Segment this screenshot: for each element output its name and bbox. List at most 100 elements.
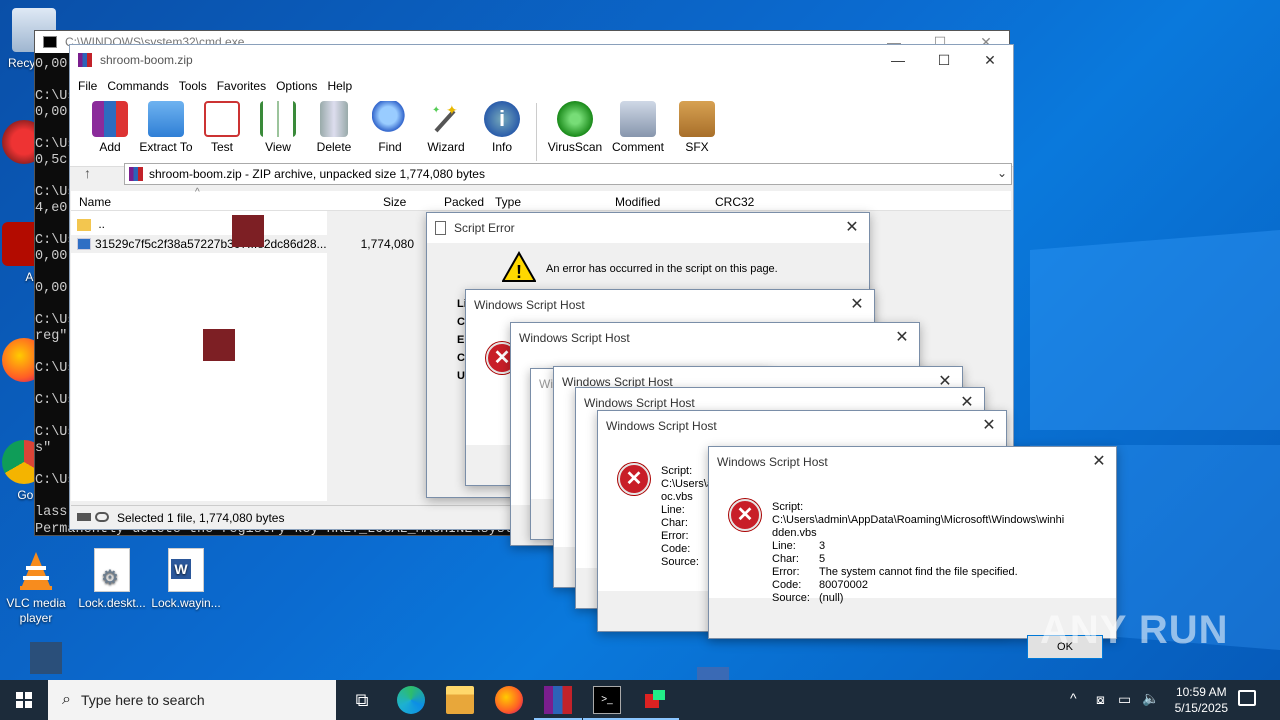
- file-list: .. 31529c7f5c2f38a57227b307...e2dc86d28.…: [71, 211, 411, 501]
- noise-square: [203, 329, 235, 361]
- delete-button[interactable]: Delete: [306, 97, 362, 154]
- add-button[interactable]: Add: [82, 97, 138, 154]
- col-name[interactable]: Name: [79, 195, 111, 209]
- field-value: The system cannot find the file specifie…: [819, 566, 1018, 578]
- test-clipboard-icon: [204, 101, 240, 137]
- file-explorer-icon[interactable]: [446, 686, 474, 714]
- col-packed[interactable]: Packed: [444, 195, 484, 209]
- file-icon: [77, 238, 91, 250]
- row-size-value: 1,774,080: [360, 237, 414, 251]
- test-button[interactable]: Test: [194, 97, 250, 154]
- menu-options[interactable]: Options: [276, 79, 317, 93]
- taskbar-clock[interactable]: 10:59 AM 5/15/2025: [1175, 684, 1228, 716]
- col-crc32[interactable]: CRC32: [715, 195, 754, 209]
- key-icon: [95, 512, 109, 522]
- dialog-titlebar[interactable]: Script Error ✕: [427, 213, 869, 243]
- taskbar-search[interactable]: ⌕ Type here to search: [48, 680, 336, 720]
- field-label: Error:: [772, 566, 800, 578]
- close-button[interactable]: ✕: [1090, 453, 1108, 471]
- char-label: Char:: [661, 517, 688, 529]
- notification-icon[interactable]: [1238, 690, 1256, 706]
- field-value: 80070002: [819, 579, 868, 591]
- winrar-icon: [78, 53, 92, 67]
- desktop-noise-square: [30, 642, 62, 674]
- menu-help[interactable]: Help: [327, 79, 352, 93]
- tray-volume-icon[interactable]: 🔈: [1142, 690, 1159, 707]
- cmd-taskbar-icon[interactable]: >_: [593, 686, 621, 714]
- find-button[interactable]: Find: [362, 97, 418, 154]
- settings-file-icon: ⚙: [94, 548, 130, 592]
- comment-icon: [620, 101, 656, 137]
- dialog-titlebar[interactable]: Windows Script Host ✕: [598, 411, 1006, 441]
- word-doc-icon: W: [168, 548, 204, 592]
- col-size[interactable]: Size: [383, 195, 406, 209]
- tray-chevron-up-icon[interactable]: ^: [1070, 690, 1077, 706]
- extract-to-button[interactable]: Extract To: [138, 97, 194, 154]
- close-button[interactable]: ✕: [893, 329, 911, 347]
- menu-tools[interactable]: Tools: [179, 79, 207, 93]
- tray-network-icon[interactable]: ⧇: [1096, 691, 1105, 708]
- folder-extract-icon: [148, 101, 184, 137]
- book-view-icon: [260, 101, 296, 137]
- dialog-titlebar[interactable]: Windows Script Host ✕: [709, 447, 1116, 477]
- col-type[interactable]: Type: [495, 195, 521, 209]
- clock-date: 5/15/2025: [1174, 701, 1228, 715]
- svg-text:!: !: [516, 262, 522, 282]
- start-button[interactable]: [0, 680, 48, 720]
- menu-favorites[interactable]: Favorites: [217, 79, 266, 93]
- winrar-titlebar[interactable]: shroom-boom.zip — ☐ ✕: [70, 45, 1013, 75]
- dialog-titlebar[interactable]: Windows Script Host ✕: [466, 290, 874, 320]
- chevron-down-icon[interactable]: ⌄: [997, 166, 1007, 180]
- maximize-button[interactable]: ☐: [921, 45, 967, 75]
- info-button[interactable]: i Info: [474, 97, 530, 154]
- sfx-button[interactable]: SFX: [669, 97, 725, 154]
- up-arrow-icon[interactable]: ↑: [84, 165, 91, 181]
- svg-text:✦: ✦: [446, 102, 458, 118]
- trash-icon: [320, 101, 348, 137]
- svg-text:✦: ✦: [432, 105, 440, 116]
- dialog-titlebar[interactable]: Windows Script Host ✕: [511, 323, 919, 353]
- winrar-toolbar: Add Extract To Test View Delete Find ✦ ✦ W…: [70, 97, 1013, 167]
- source-label: Source:: [661, 556, 699, 568]
- edge-icon[interactable]: [397, 686, 425, 714]
- field-label: Code:: [772, 579, 802, 591]
- noise-square: [232, 215, 264, 247]
- winrar-taskbar-icon[interactable]: [544, 686, 572, 714]
- list-item[interactable]: ..: [77, 217, 327, 233]
- document-icon: [435, 221, 446, 235]
- desktop-icon-vlc[interactable]: VLC media player: [0, 548, 74, 626]
- archive-path-box[interactable]: shroom-boom.zip - ZIP archive, unpacked …: [124, 163, 1012, 185]
- close-button[interactable]: ✕: [848, 296, 866, 314]
- menu-file[interactable]: File: [78, 79, 97, 93]
- desktop-icon-lock-waying[interactable]: W Lock.wayin...: [148, 548, 224, 611]
- clock-time: 10:59 AM: [1175, 685, 1227, 699]
- close-button[interactable]: ✕: [967, 45, 1013, 75]
- error-message: An error has occurred in the script on t…: [546, 263, 778, 275]
- close-button[interactable]: ✕: [843, 219, 861, 237]
- field-value: 3: [819, 540, 826, 552]
- desktop-icon-lock-desktop[interactable]: ⚙ Lock.deskt...: [74, 548, 150, 611]
- menu-commands[interactable]: Commands: [107, 79, 168, 93]
- cmd-icon: [43, 36, 57, 48]
- virusscan-button[interactable]: VirusScan: [543, 97, 607, 154]
- script-path-line1: C:\Users\admin\AppData\Roaming\Microsoft…: [772, 514, 1065, 526]
- archive-icon: [129, 167, 143, 181]
- script-label: Script:: [772, 501, 804, 513]
- error-icon: ✕: [729, 499, 761, 531]
- comment-button[interactable]: Comment: [607, 97, 669, 154]
- info-icon: i: [484, 101, 520, 137]
- task-view-icon[interactable]: ⧉: [348, 686, 376, 714]
- col-modified[interactable]: Modified: [615, 195, 660, 209]
- view-button[interactable]: View: [250, 97, 306, 154]
- firefox-taskbar-icon[interactable]: [495, 686, 523, 714]
- taskbar: ⌕ Type here to search ⧉ >_ ^ ⧇ ▭ 🔈 10:59…: [0, 680, 1280, 720]
- folder-icon: [77, 218, 91, 231]
- anyrun-watermark: ANY RUN: [1040, 608, 1229, 652]
- minimize-button[interactable]: —: [875, 45, 921, 75]
- close-button[interactable]: ✕: [980, 417, 998, 435]
- error-label: Error:: [661, 530, 689, 542]
- toolbar-separator: [536, 103, 537, 161]
- tray-network-wired-icon[interactable]: ▭: [1118, 691, 1131, 708]
- wizard-button[interactable]: ✦ ✦ Wizard: [418, 97, 474, 154]
- script-host-taskbar-icon[interactable]: [641, 686, 669, 714]
